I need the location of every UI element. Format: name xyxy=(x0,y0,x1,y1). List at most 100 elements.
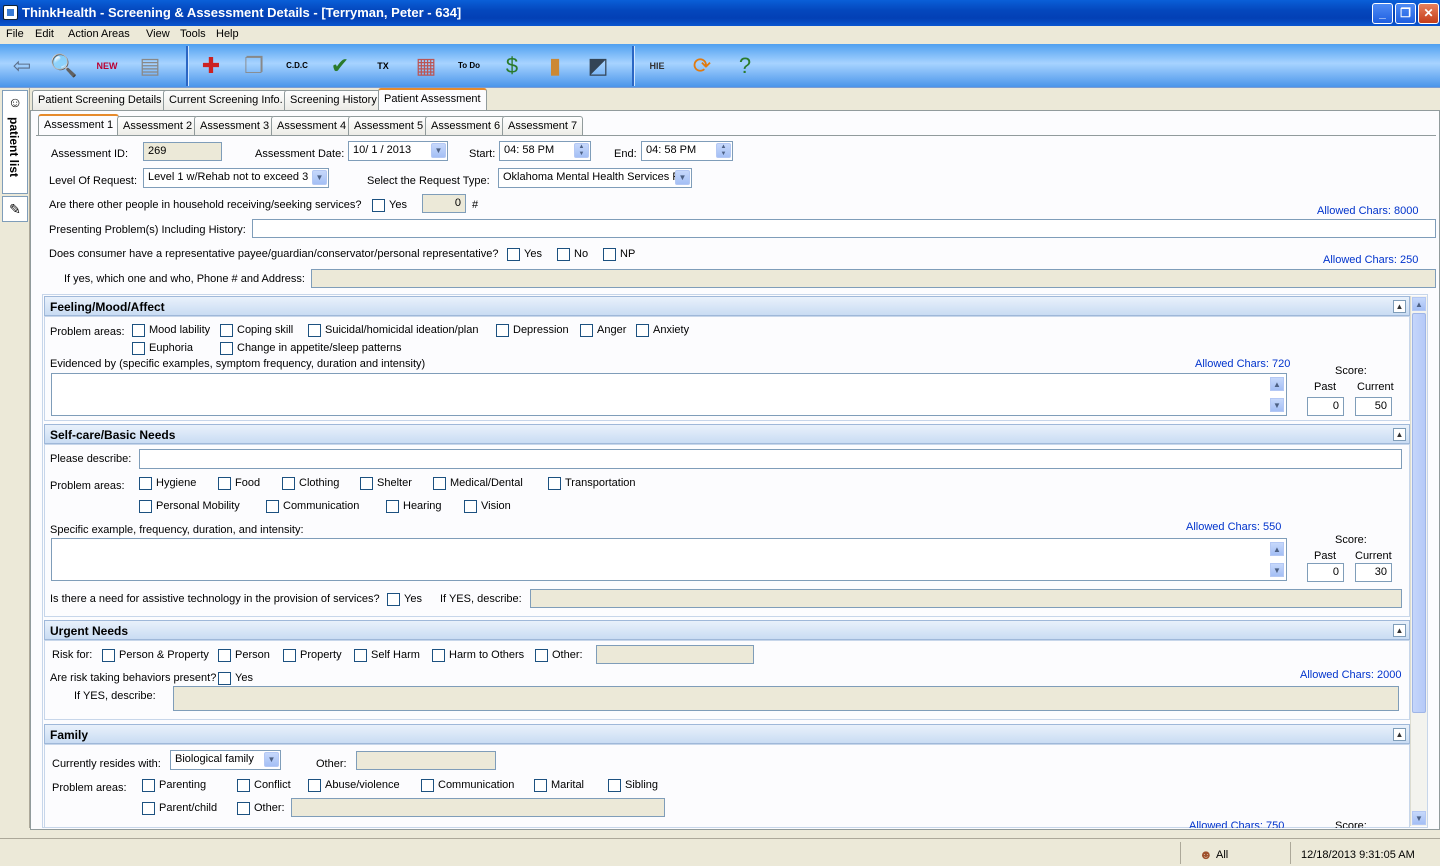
restore-button[interactable]: ❐ xyxy=(1395,3,1416,24)
family-section-header[interactable]: Family ▲ xyxy=(44,724,1410,744)
mood-lability-checkbox[interactable] xyxy=(132,324,145,337)
clothing-checkbox[interactable] xyxy=(282,477,295,490)
communication-checkbox[interactable] xyxy=(266,500,279,513)
scanner-icon[interactable]: ◩ xyxy=(581,49,615,83)
todo-icon[interactable]: To Do xyxy=(452,49,486,83)
chevron-down-icon[interactable]: ▼ xyxy=(431,143,446,158)
family-other-input[interactable] xyxy=(356,751,496,770)
feeling-evidence-textarea[interactable]: ▲ ▼ xyxy=(51,373,1287,416)
collapse-icon[interactable]: ▲ xyxy=(1393,300,1406,313)
notes-tab-icon[interactable]: ✎ xyxy=(2,196,28,222)
tab-assessment-5[interactable]: Assessment 5 xyxy=(348,116,430,136)
sibling-checkbox[interactable] xyxy=(608,779,621,792)
scroll-down-icon[interactable]: ▼ xyxy=(1270,398,1284,412)
conflict-checkbox[interactable] xyxy=(237,779,250,792)
search-icon[interactable]: 🔍 xyxy=(47,49,81,83)
exit-icon[interactable]: ⇦ xyxy=(5,49,39,83)
household-yes-checkbox[interactable] xyxy=(372,199,385,212)
minimize-button[interactable]: _ xyxy=(1372,3,1393,24)
urgent-section-header[interactable]: Urgent Needs ▲ xyxy=(44,620,1410,640)
shelter-checkbox[interactable] xyxy=(360,477,373,490)
scroll-down-icon[interactable]: ▼ xyxy=(1270,563,1284,577)
family-problem-other-input[interactable] xyxy=(291,798,665,817)
chevron-down-icon[interactable]: ▼ xyxy=(264,752,279,767)
coping-skill-checkbox[interactable] xyxy=(220,324,233,337)
user-check-icon[interactable]: ✔ xyxy=(323,49,357,83)
chevron-down-icon[interactable]: ▼ xyxy=(675,170,690,185)
menu-tools[interactable]: Tools xyxy=(180,28,206,40)
rep-yes-checkbox[interactable] xyxy=(507,248,520,261)
tab-assessment-6[interactable]: Assessment 6 xyxy=(425,116,507,136)
selfcare-describe-input[interactable] xyxy=(139,449,1402,469)
appetite-sleep-checkbox[interactable] xyxy=(220,342,233,355)
medical-icon[interactable]: ✚ xyxy=(194,49,228,83)
food-checkbox[interactable] xyxy=(218,477,231,490)
personal-mobility-checkbox[interactable] xyxy=(139,500,152,513)
vision-checkbox[interactable] xyxy=(464,500,477,513)
hearing-checkbox[interactable] xyxy=(386,500,399,513)
assistive-describe-input[interactable] xyxy=(530,589,1402,608)
selfcare-section-header[interactable]: Self-care/Basic Needs ▲ xyxy=(44,424,1410,444)
sections-scrollbar[interactable]: ▲ ▼ xyxy=(1410,296,1427,826)
medical-dental-checkbox[interactable] xyxy=(433,477,446,490)
risk-yes-checkbox[interactable] xyxy=(218,672,231,685)
family-communication-checkbox[interactable] xyxy=(421,779,434,792)
collapse-icon[interactable]: ▲ xyxy=(1393,728,1406,741)
menu-view[interactable]: View xyxy=(146,28,170,40)
tab-current-screening-info[interactable]: Current Screening Info. xyxy=(163,90,289,110)
tab-assessment-2[interactable]: Assessment 2 xyxy=(117,116,199,136)
presenting-problem-input[interactable] xyxy=(252,219,1436,238)
assessment-id-field[interactable]: 269 xyxy=(143,142,222,161)
property-checkbox[interactable] xyxy=(283,649,296,662)
menu-action-areas[interactable]: Action Areas xyxy=(68,28,130,40)
refresh-icon[interactable]: ⟳ xyxy=(685,49,719,83)
spinner-icon[interactable]: ▲ ▼ xyxy=(716,143,731,158)
tab-screening-history[interactable]: Screening History xyxy=(284,90,383,110)
feeling-past-score[interactable]: 0 xyxy=(1307,397,1344,416)
selfcare-current-score[interactable]: 30 xyxy=(1355,563,1392,582)
tab-patient-screening-details[interactable]: Patient Screening Details xyxy=(32,90,168,110)
rep-np-checkbox[interactable] xyxy=(603,248,616,261)
transportation-checkbox[interactable] xyxy=(548,477,561,490)
tab-assessment-7[interactable]: Assessment 7 xyxy=(502,116,584,136)
collapse-icon[interactable]: ▲ xyxy=(1393,624,1406,637)
help-icon[interactable]: ? xyxy=(728,49,762,83)
copy-icon[interactable]: ❐ xyxy=(237,49,271,83)
start-time-field[interactable]: 04: 58 PM ▲ ▼ xyxy=(499,141,591,161)
cdc-icon[interactable]: C.D.C xyxy=(280,49,314,83)
chevron-down-icon[interactable]: ▼ xyxy=(312,170,327,185)
urgent-other-input[interactable] xyxy=(596,645,754,664)
menu-file[interactable]: File xyxy=(6,28,24,40)
selfcare-past-score[interactable]: 0 xyxy=(1307,563,1344,582)
anxiety-checkbox[interactable] xyxy=(636,324,649,337)
collapse-icon[interactable]: ▲ xyxy=(1393,428,1406,441)
tab-patient-assessment[interactable]: Patient Assessment xyxy=(378,88,487,110)
spinner-icon[interactable]: ▲ ▼ xyxy=(574,143,589,158)
parenting-checkbox[interactable] xyxy=(142,779,155,792)
new-icon[interactable]: NEW xyxy=(90,49,124,83)
request-type-select[interactable]: Oklahoma Mental Health Services F ▼ xyxy=(498,168,692,188)
chart-icon[interactable]: ▮ xyxy=(538,49,572,83)
person-property-checkbox[interactable] xyxy=(102,649,115,662)
urgent-describe-input[interactable] xyxy=(173,686,1399,711)
euphoria-checkbox[interactable] xyxy=(132,342,145,355)
rep-detail-input[interactable] xyxy=(311,269,1436,288)
scroll-up-icon[interactable]: ▲ xyxy=(1270,542,1284,556)
suicidal-checkbox[interactable] xyxy=(308,324,321,337)
anger-checkbox[interactable] xyxy=(580,324,593,337)
harm-others-checkbox[interactable] xyxy=(432,649,445,662)
assistive-yes-checkbox[interactable] xyxy=(387,593,400,606)
marital-checkbox[interactable] xyxy=(534,779,547,792)
resides-with-select[interactable]: Biological family ▼ xyxy=(170,750,281,770)
hie-handshake-icon[interactable]: HIE xyxy=(640,49,674,83)
feeling-section-header[interactable]: Feeling/Mood/Affect ▲ xyxy=(44,296,1410,316)
end-time-field[interactable]: 04: 58 PM ▲ ▼ xyxy=(641,141,733,161)
textarea-scrollbar[interactable]: ▲ ▼ xyxy=(1269,540,1285,579)
tab-assessment-3[interactable]: Assessment 3 xyxy=(194,116,276,136)
calendar-icon[interactable]: ▦ xyxy=(409,49,443,83)
money-icon[interactable]: $ xyxy=(495,49,529,83)
textarea-scrollbar[interactable]: ▲ ▼ xyxy=(1269,375,1285,414)
close-button[interactable]: ✕ xyxy=(1418,3,1439,24)
tab-assessment-4[interactable]: Assessment 4 xyxy=(271,116,353,136)
rep-no-checkbox[interactable] xyxy=(557,248,570,261)
